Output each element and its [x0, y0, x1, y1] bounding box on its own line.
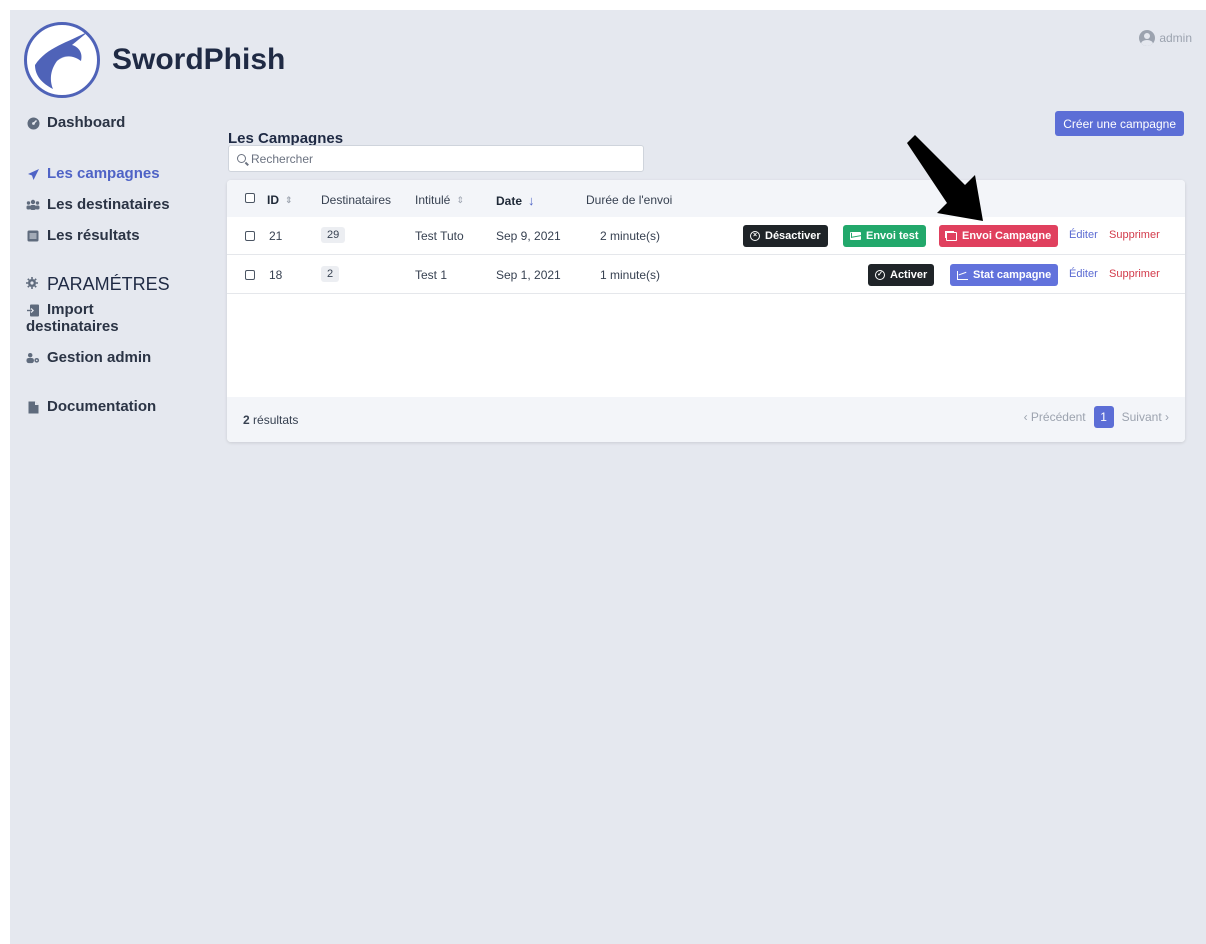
column-label: Destinataires: [321, 193, 392, 207]
button-label: Envoi test: [866, 230, 919, 242]
pagination: ‹ Précédent 1 Suivant ›: [1024, 406, 1169, 428]
sidebar-item-results[interactable]: Les résultats: [26, 227, 226, 244]
column-title[interactable]: Intitulé ⇕: [415, 193, 464, 207]
column-duration: Durée de l'envoi: [586, 193, 672, 207]
sidebar-item-label: Les campagnes: [47, 165, 160, 182]
column-recipients: Destinataires: [321, 193, 391, 207]
column-id[interactable]: ID ⇕: [267, 193, 293, 207]
column-label: Date: [496, 193, 523, 208]
send-test-button[interactable]: Envoi test: [843, 225, 926, 247]
settings-section-label: PARAMÉTRES: [47, 274, 170, 294]
delete-link[interactable]: Supprimer: [1109, 229, 1160, 241]
column-date[interactable]: Date ↓: [496, 193, 535, 208]
sidebar-item-label: Gestion admin: [47, 349, 152, 366]
row-date: Sep 1, 2021: [496, 268, 561, 282]
results-number: 2: [243, 413, 250, 427]
users-gear-icon: [26, 351, 40, 365]
row-duration: 2 minute(s): [600, 229, 661, 243]
sidebar-item-label: Import destinataires: [26, 301, 119, 335]
results-label: résultats: [249, 413, 299, 427]
select-all-checkbox[interactable]: [245, 193, 255, 203]
column-label: ID: [267, 193, 279, 207]
send-campaign-button[interactable]: Envoi Campagne: [939, 225, 1059, 247]
users-icon: [26, 198, 40, 212]
sidebar-item-label: Les résultats: [47, 227, 140, 244]
row-id: 21: [269, 229, 283, 243]
activate-button[interactable]: ✓ Activer: [868, 264, 935, 286]
table-icon: [26, 229, 40, 243]
sort-icon: ⇕: [285, 194, 293, 205]
user-circle-icon: [1139, 30, 1156, 46]
sidebar-item-label: Dashboard: [47, 114, 126, 131]
sidebar-item-admin[interactable]: Gestion admin: [26, 349, 226, 366]
campaigns-table: ID ⇕ Destinataires Intitulé ⇕ Date ↓ Dur…: [227, 180, 1185, 442]
user-name: admin: [1159, 31, 1192, 45]
search-input[interactable]: [251, 151, 631, 166]
previous-label: Précédent: [1030, 410, 1086, 424]
delete-link[interactable]: Supprimer: [1109, 268, 1160, 280]
file-icon: [26, 400, 40, 414]
row-duration: 1 minute(s): [600, 268, 661, 282]
button-label: Stat campagne: [973, 269, 1052, 281]
sort-icon: ⇕: [456, 194, 464, 205]
search-box[interactable]: [228, 145, 644, 172]
annotation-arrow-icon: [907, 135, 983, 221]
table-header: ID ⇕ Destinataires Intitulé ⇕ Date ↓ Dur…: [227, 180, 1185, 217]
sidebar: Dashboard Les campagnes Les destinataire…: [26, 114, 226, 415]
sidebar-item-documentation[interactable]: Documentation: [26, 398, 226, 415]
table-row: 21 29 Test Tuto Sep 9, 2021 2 minute(s) …: [227, 217, 1185, 255]
row-title: Test Tuto: [415, 229, 464, 243]
edit-link[interactable]: Éditer: [1069, 229, 1098, 241]
button-label: Envoi Campagne: [962, 230, 1052, 242]
results-count: 2 résultats: [243, 413, 298, 427]
swordfish-logo-icon: [24, 22, 100, 98]
sidebar-item-label: Les destinataires: [47, 196, 170, 213]
table-row: 18 2 Test 1 Sep 1, 2021 1 minute(s) ✓ Ac…: [227, 256, 1185, 294]
sidebar-item-recipients[interactable]: Les destinataires: [26, 196, 226, 213]
sidebar-item-campaigns[interactable]: Les campagnes: [26, 165, 226, 182]
mail-bulk-icon: [946, 231, 957, 241]
sidebar-item-label: Documentation: [47, 398, 157, 415]
stat-campaign-button[interactable]: Stat campagne: [950, 264, 1059, 286]
import-icon: [26, 303, 40, 317]
search-icon: [237, 154, 246, 163]
sidebar-item-import-recipients[interactable]: Import destinataires: [26, 301, 226, 335]
sort-desc-icon: ↓: [528, 193, 535, 208]
button-label: Activer: [890, 269, 928, 281]
label-line-2: destinataires: [26, 318, 119, 335]
column-label: Durée de l'envoi: [586, 193, 673, 207]
column-label: Intitulé: [415, 193, 451, 207]
chart-line-icon: [957, 270, 968, 280]
envelope-icon: [850, 232, 861, 240]
recipients-badge: 2: [321, 266, 340, 282]
row-checkbox[interactable]: [245, 230, 255, 244]
next-label: Suivant: [1121, 410, 1162, 424]
page-1-button[interactable]: 1: [1093, 406, 1114, 428]
gear-icon: [26, 277, 40, 292]
circle-x-icon: ×: [750, 231, 760, 241]
paper-plane-icon: [26, 167, 40, 181]
deactivate-button[interactable]: × Désactiver: [743, 225, 828, 247]
next-page-button[interactable]: Suivant ›: [1122, 410, 1169, 424]
label-line-1: Import: [47, 301, 94, 318]
sidebar-item-dashboard[interactable]: Dashboard: [26, 114, 226, 131]
settings-section-title: PARAMÉTRES: [26, 274, 226, 295]
dashboard-icon: [26, 116, 40, 130]
app-title: SwordPhish: [112, 43, 286, 76]
row-checkbox[interactable]: [245, 269, 255, 283]
edit-link[interactable]: Éditer: [1069, 268, 1098, 280]
row-title: Test 1: [415, 268, 448, 282]
row-id: 18: [269, 268, 283, 282]
app-frame: SwordPhish admin Dashboard Les campagnes…: [10, 10, 1206, 944]
button-label: Désactiver: [765, 230, 821, 242]
previous-page-button[interactable]: ‹ Précédent: [1024, 410, 1086, 424]
row-date: Sep 9, 2021: [496, 229, 561, 243]
create-campaign-button[interactable]: Créer une campagne: [1055, 111, 1184, 136]
recipients-badge: 29: [321, 227, 346, 243]
logo[interactable]: SwordPhish: [24, 22, 285, 98]
table-footer: 2 résultats ‹ Précédent 1 Suivant ›: [227, 397, 1185, 442]
circle-check-icon: ✓: [875, 270, 885, 280]
user-menu[interactable]: admin: [1139, 30, 1192, 46]
